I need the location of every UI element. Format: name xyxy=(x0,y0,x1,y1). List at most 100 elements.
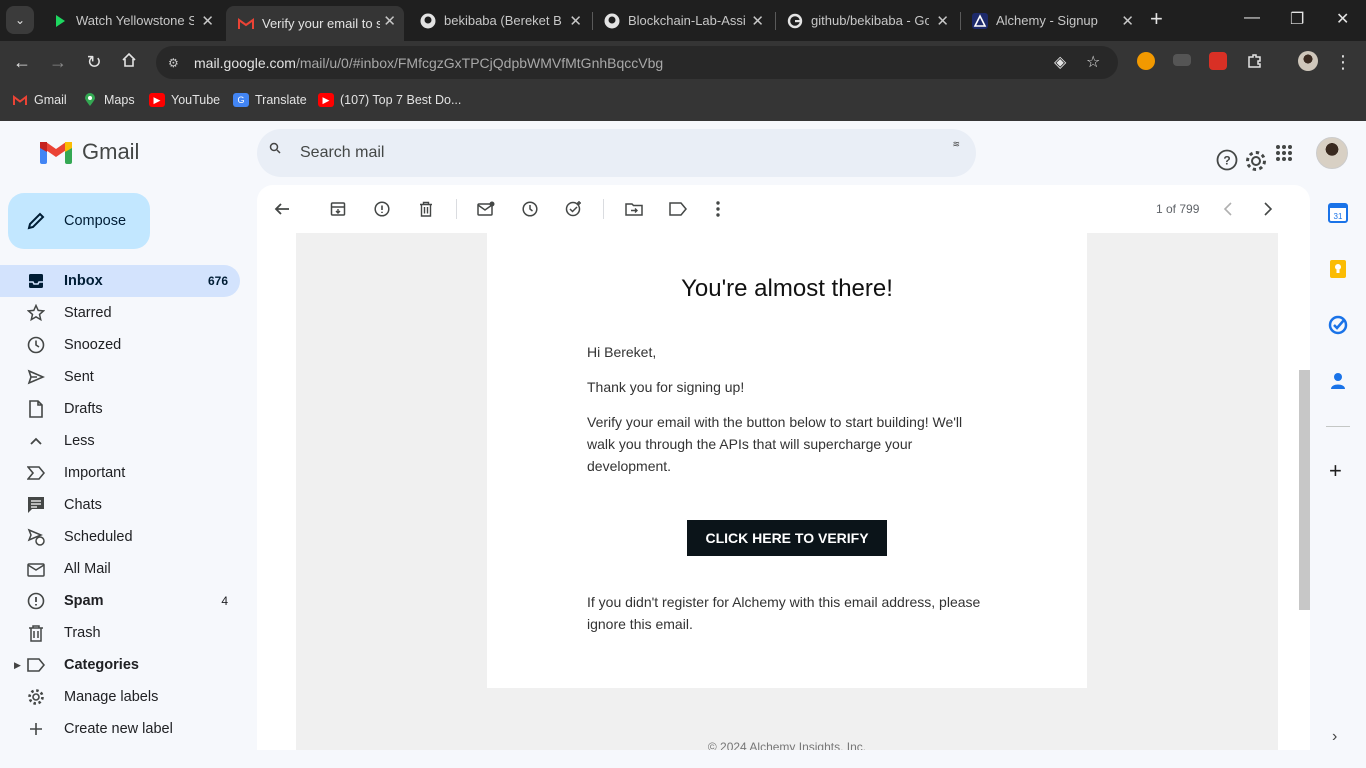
extensions-puzzle-icon[interactable] xyxy=(1244,52,1266,75)
toolbar-divider xyxy=(456,199,457,219)
new-tab-button[interactable]: + xyxy=(1150,8,1163,30)
sidebar-item-sent[interactable]: Sent xyxy=(0,361,240,393)
sidebar-item-trash[interactable]: Trash xyxy=(0,617,240,649)
sidebar-item-create-label[interactable]: Create new label xyxy=(0,713,240,745)
bookmark-star-icon[interactable]: ☆ xyxy=(1086,52,1100,72)
expand-side-panel-icon[interactable]: › xyxy=(1332,728,1337,746)
bookmark-label: (107) Top 7 Best Do... xyxy=(340,93,462,107)
bookmark-youtube[interactable]: ▶ YouTube xyxy=(149,93,220,107)
close-icon[interactable]: ✕ xyxy=(569,12,582,30)
translate-page-icon[interactable]: ◈ xyxy=(1054,52,1066,72)
bookmark-translate[interactable]: G Translate xyxy=(233,93,307,107)
sidebar-nav: Inbox 676 Starred Snoozed Sent Drafts Le… xyxy=(0,265,256,745)
search-options-icon[interactable]: ≋ xyxy=(952,139,960,150)
home-icon[interactable] xyxy=(118,52,140,73)
extension-shield-icon[interactable] xyxy=(1137,52,1155,70)
tab-search-button[interactable]: ⌄ xyxy=(6,6,34,34)
site-info-icon[interactable]: ⚙ xyxy=(168,56,184,70)
account-avatar[interactable] xyxy=(1316,137,1348,169)
gmail-logo[interactable]: Gmail xyxy=(40,139,139,165)
email-greeting: Hi Bereket, xyxy=(587,344,657,360)
sidebar-item-inbox[interactable]: Inbox 676 xyxy=(0,265,240,297)
minimize-icon[interactable]: — xyxy=(1244,9,1260,27)
keep-icon[interactable] xyxy=(1328,259,1348,279)
browser-menu-icon[interactable]: ⋮ xyxy=(1332,52,1354,73)
reload-icon[interactable]: ↻ xyxy=(83,52,105,73)
close-icon[interactable]: ✕ xyxy=(751,12,764,30)
sidebar-item-drafts[interactable]: Drafts xyxy=(0,393,240,425)
sidebar-item-important[interactable]: Important xyxy=(0,457,240,489)
calendar-icon[interactable]: 31 xyxy=(1328,203,1348,223)
archive-icon[interactable] xyxy=(328,199,348,219)
restore-icon[interactable]: ❐ xyxy=(1290,9,1304,29)
compose-button[interactable]: Compose xyxy=(8,193,150,249)
newer-chevron-icon[interactable] xyxy=(1218,199,1238,219)
search-bar[interactable]: Search mail ≋ xyxy=(257,129,976,177)
extension-mask-icon[interactable] xyxy=(1173,54,1191,66)
help-icon[interactable]: ? xyxy=(1216,149,1238,176)
delete-icon[interactable] xyxy=(416,199,436,219)
profile-avatar[interactable] xyxy=(1298,51,1318,71)
sidebar-item-snoozed[interactable]: Snoozed xyxy=(0,329,240,361)
sidebar-item-all-mail[interactable]: All Mail xyxy=(0,553,240,585)
close-window-icon[interactable]: ✕ xyxy=(1336,9,1349,29)
extension-red-icon[interactable] xyxy=(1209,52,1227,70)
forward-icon[interactable]: → xyxy=(47,52,69,73)
apps-grid-icon[interactable] xyxy=(1275,144,1293,167)
sidebar-item-manage-labels[interactable]: Manage labels xyxy=(0,681,240,713)
close-icon[interactable]: ✕ xyxy=(201,12,214,30)
url-text: mail.google.com/mail/u/0/#inbox/FMfcgzGx… xyxy=(194,54,664,71)
nav-label: All Mail xyxy=(64,561,111,577)
scheduled-icon xyxy=(26,527,46,547)
verify-button[interactable]: CLICK HERE TO VERIFY xyxy=(687,520,887,556)
play-icon xyxy=(52,13,68,29)
expand-caret-icon[interactable]: ▶ xyxy=(14,660,21,671)
sidebar-item-chats[interactable]: Chats xyxy=(0,489,240,521)
move-to-icon[interactable] xyxy=(624,199,644,219)
older-chevron-icon[interactable] xyxy=(1258,199,1278,219)
message-view: 1 of 799 You're almost there! Hi Bereket… xyxy=(257,185,1310,750)
email-body-background: You're almost there! Hi Bereket, Thank y… xyxy=(296,233,1278,750)
back-icon[interactable]: ← xyxy=(11,52,33,73)
contacts-icon[interactable] xyxy=(1328,371,1348,391)
bookmark-label: YouTube xyxy=(171,93,221,107)
back-to-inbox-icon[interactable] xyxy=(272,199,292,219)
search-input[interactable]: Search mail xyxy=(300,144,384,162)
sidebar-item-less[interactable]: Less xyxy=(0,425,240,457)
tab-verify-email[interactable]: Verify your email to st ✕ xyxy=(226,6,404,41)
bookmark-youtube-video[interactable]: ▶ (107) Top 7 Best Do... xyxy=(318,93,461,107)
trash-icon xyxy=(26,623,46,643)
sidebar-item-scheduled[interactable]: Scheduled xyxy=(0,521,240,553)
tab-alchemy-signup[interactable]: Alchemy - Signup ✕ xyxy=(960,6,1142,35)
message-scrollbar[interactable] xyxy=(1299,370,1310,610)
more-options-icon[interactable] xyxy=(708,199,728,219)
url-bar[interactable]: ⚙ mail.google.com/mail/u/0/#inbox/FMfcgz… xyxy=(156,46,1118,79)
search-icon[interactable] xyxy=(269,142,281,157)
sidebar-item-spam[interactable]: Spam 4 xyxy=(0,585,240,617)
get-addons-plus-icon[interactable]: + xyxy=(1329,458,1342,484)
gmail-icon xyxy=(12,93,28,107)
maps-icon xyxy=(82,93,98,107)
bookmark-gmail[interactable]: Gmail xyxy=(12,93,67,107)
close-icon[interactable]: ✕ xyxy=(1121,12,1134,30)
close-icon[interactable]: ✕ xyxy=(936,12,949,30)
tab-bekibaba-github[interactable]: bekibaba (Bereket Bar ✕ xyxy=(408,6,590,35)
alchemy-icon xyxy=(972,12,988,29)
tab-google-search[interactable]: github/bekibaba - Go ✕ xyxy=(775,6,957,35)
nav-label: Important xyxy=(64,465,126,481)
sidebar-item-starred[interactable]: Starred xyxy=(0,297,240,329)
tasks-icon[interactable] xyxy=(1328,315,1348,335)
tab-blockchain-lab[interactable]: Blockchain-Lab-Assig ✕ xyxy=(592,6,772,35)
sidebar-item-categories[interactable]: ▶ Categories xyxy=(0,649,240,681)
add-to-tasks-icon[interactable] xyxy=(564,199,584,219)
labels-icon[interactable] xyxy=(668,199,688,219)
unread-count: 676 xyxy=(207,274,228,288)
bookmark-maps[interactable]: Maps xyxy=(82,93,135,107)
bookmark-label: Maps xyxy=(104,93,135,107)
mark-unread-icon[interactable] xyxy=(476,199,496,219)
settings-gear-icon[interactable] xyxy=(1244,149,1268,178)
report-spam-icon[interactable] xyxy=(372,199,392,219)
close-icon[interactable]: ✕ xyxy=(383,12,396,30)
snooze-icon[interactable] xyxy=(520,199,540,219)
tab-watch-yellowstone[interactable]: Watch Yellowstone Se ✕ xyxy=(40,6,222,35)
